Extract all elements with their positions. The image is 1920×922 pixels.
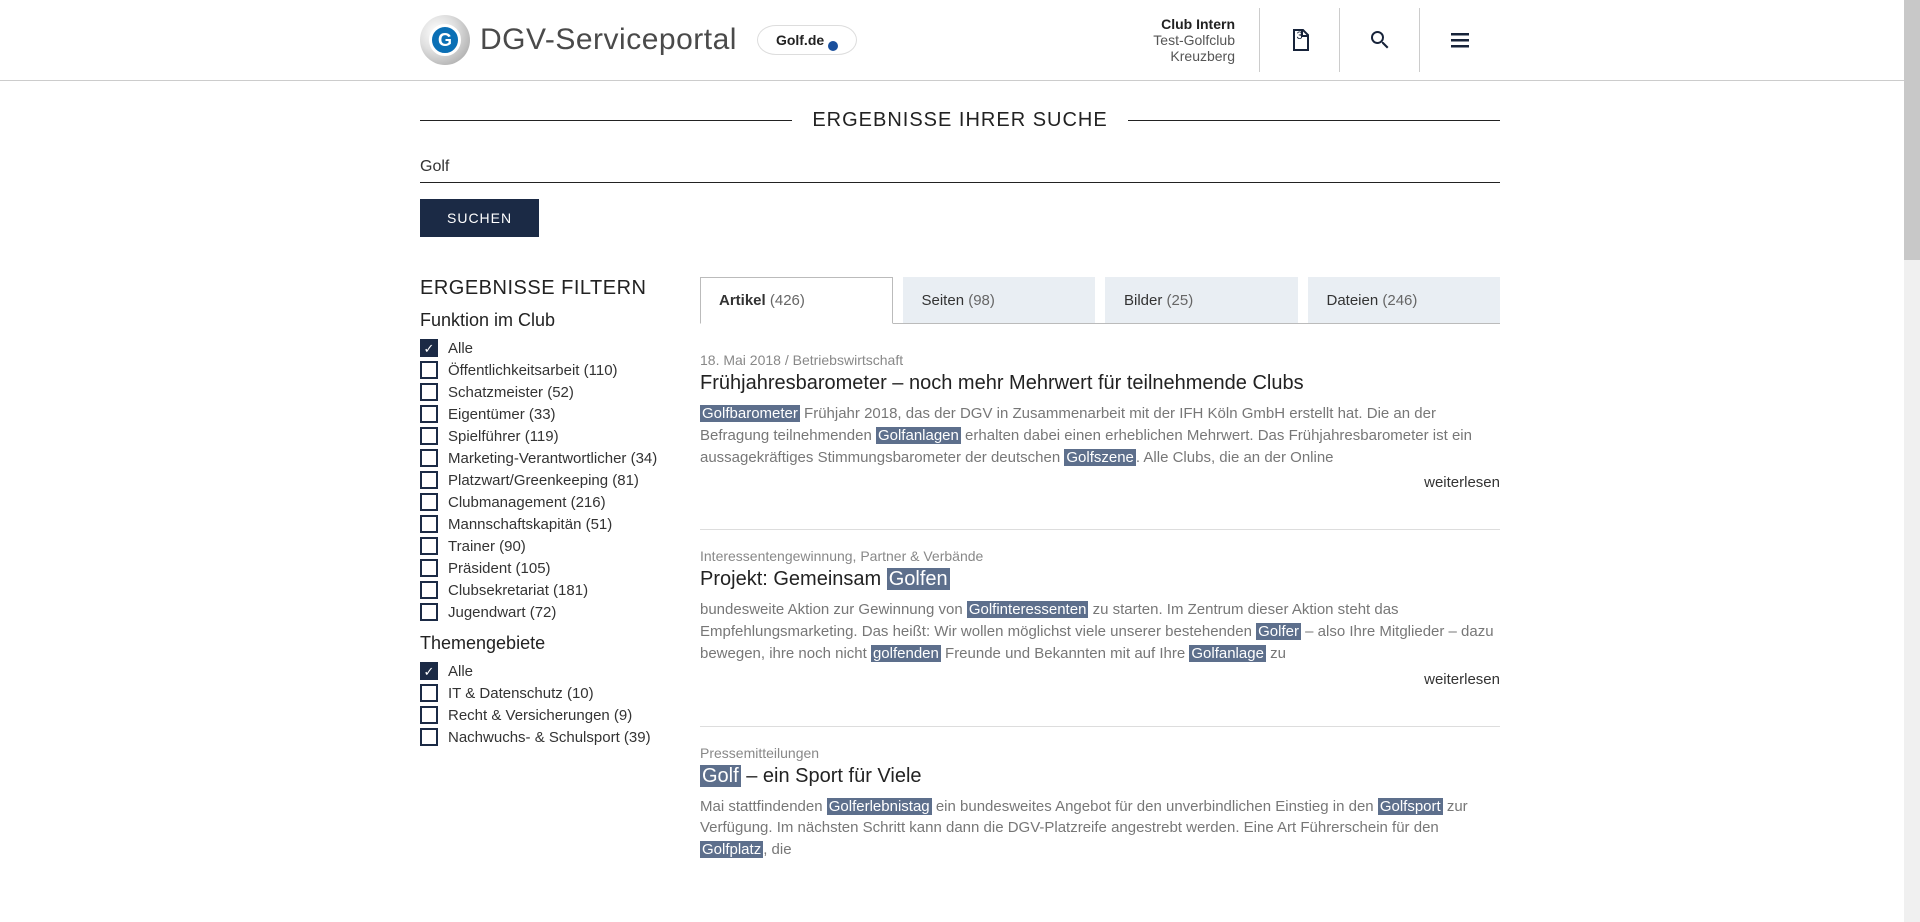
checkbox-icon xyxy=(420,361,438,379)
checkbox-icon xyxy=(420,603,438,621)
filter-heading: ERGEBNISSE FILTERN xyxy=(420,277,660,300)
tab-seiten[interactable]: Seiten (98) xyxy=(903,277,1096,324)
result-excerpt: bundesweite Aktion zur Gewinnung von Gol… xyxy=(700,599,1500,664)
checkbox-icon xyxy=(420,427,438,445)
club-info[interactable]: Club Intern Test-Golfclub Kreuzberg xyxy=(1129,8,1260,72)
filter-label: Trainer (90) xyxy=(448,538,526,555)
result-title[interactable]: Projekt: Gemeinsam Golfen xyxy=(700,568,1500,591)
checkbox-icon xyxy=(420,581,438,599)
filter-label: Schatzmeister (52) xyxy=(448,384,574,401)
result-meta: Interessentengewinnung, Partner & Verbän… xyxy=(700,548,1500,564)
filter-label: Spielführer (119) xyxy=(448,428,559,445)
search-button[interactable] xyxy=(1340,8,1420,72)
tab-artikel[interactable]: Artikel (426) xyxy=(700,277,893,324)
filter-checkbox[interactable]: Spielführer (119) xyxy=(420,425,660,447)
filter-label: Präsident (105) xyxy=(448,560,551,577)
filter-checkbox[interactable]: Trainer (90) xyxy=(420,535,660,557)
checkbox-icon xyxy=(420,493,438,511)
checkbox-icon xyxy=(420,405,438,423)
checkbox-icon xyxy=(420,537,438,555)
checkbox-icon xyxy=(420,559,438,577)
result-meta: 18. Mai 2018 / Betriebswirtschaft xyxy=(700,352,1500,368)
checkbox-icon xyxy=(420,449,438,467)
filter-label: Mannschaftskapitän (51) xyxy=(448,516,612,533)
filter-checkbox[interactable]: IT & Datenschutz (10) xyxy=(420,682,660,704)
checkbox-icon xyxy=(420,728,438,746)
result-meta: Pressemitteilungen xyxy=(700,745,1500,761)
scrollbar-thumb[interactable] xyxy=(1904,0,1920,260)
filter-label: Nachwuchs- & Schulsport (39) xyxy=(448,729,651,746)
search-result: 18. Mai 2018 / Betriebswirtschaft Frühjah… xyxy=(700,352,1500,501)
filter-label: Alle xyxy=(448,340,473,357)
filter-checkbox[interactable]: Alle xyxy=(420,660,660,682)
filter-checkbox[interactable]: Öffentlichkeitsarbeit (110) xyxy=(420,359,660,381)
filter-label: Marketing-Verantwortlicher (34) xyxy=(448,450,657,467)
documents-button[interactable]: 3 xyxy=(1260,8,1340,72)
search-input[interactable] xyxy=(420,152,1500,183)
scrollbar[interactable] xyxy=(1904,0,1920,922)
checkbox-icon xyxy=(420,684,438,702)
logo-block[interactable]: G DGV-Serviceportal xyxy=(420,15,737,65)
filter-checkbox[interactable]: Präsident (105) xyxy=(420,557,660,579)
search-result: Pressemitteilungen Golf – ein Sport für V… xyxy=(700,726,1500,871)
result-excerpt: Mai stattfindenden Golferlebnistag ein b… xyxy=(700,796,1500,861)
filter-label: Jugendwart (72) xyxy=(448,604,556,621)
filter-group-title: Themengebiete xyxy=(420,633,660,654)
filter-checkbox[interactable]: Alle xyxy=(420,337,660,359)
checkbox-icon xyxy=(420,662,438,680)
filter-label: Clubsekretariat (181) xyxy=(448,582,588,599)
search-result: Interessentengewinnung, Partner & Verbän… xyxy=(700,529,1500,697)
filter-checkbox[interactable]: Jugendwart (72) xyxy=(420,601,660,623)
filter-checkbox[interactable]: Eigentümer (33) xyxy=(420,403,660,425)
hamburger-icon xyxy=(1448,28,1472,52)
filter-checkbox[interactable]: Nachwuchs- & Schulsport (39) xyxy=(420,726,660,748)
filter-label: Alle xyxy=(448,663,473,680)
partner-logo[interactable]: Golf.de xyxy=(757,25,857,55)
checkbox-icon xyxy=(420,471,438,489)
page-title-wrap: ERGEBNISSE IHRER SUCHE xyxy=(420,109,1500,132)
tab-bilder[interactable]: Bilder (25) xyxy=(1105,277,1298,324)
read-more-link[interactable]: weiterlesen xyxy=(700,474,1500,491)
filter-checkbox[interactable]: Clubsekretariat (181) xyxy=(420,579,660,601)
app-title: DGV-Serviceportal xyxy=(480,23,737,57)
filter-label: Clubmanagement (216) xyxy=(448,494,606,511)
page-title: ERGEBNISSE IHRER SUCHE xyxy=(792,109,1127,132)
logo-icon: G xyxy=(420,15,470,65)
filter-checkbox[interactable]: Platzwart/Greenkeeping (81) xyxy=(420,469,660,491)
filter-label: Platzwart/Greenkeeping (81) xyxy=(448,472,639,489)
read-more-link[interactable]: weiterlesen xyxy=(700,671,1500,688)
checkbox-icon xyxy=(420,515,438,533)
dot-icon xyxy=(828,41,838,51)
result-title[interactable]: Golf – ein Sport für Viele xyxy=(700,765,1500,788)
menu-button[interactable] xyxy=(1420,8,1500,72)
filter-checkbox[interactable]: Marketing-Verantwortlicher (34) xyxy=(420,447,660,469)
filter-label: IT & Datenschutz (10) xyxy=(448,685,594,702)
checkbox-icon xyxy=(420,706,438,724)
filter-checkbox[interactable]: Recht & Versicherungen (9) xyxy=(420,704,660,726)
filter-checkbox[interactable]: Schatzmeister (52) xyxy=(420,381,660,403)
filter-label: Eigentümer (33) xyxy=(448,406,556,423)
filter-label: Recht & Versicherungen (9) xyxy=(448,707,632,724)
filter-label: Öffentlichkeitsarbeit (110) xyxy=(448,362,618,379)
filter-checkbox[interactable]: Clubmanagement (216) xyxy=(420,491,660,513)
search-icon xyxy=(1368,28,1392,52)
results-main: Artikel (426)Seiten (98)Bilder (25)Datei… xyxy=(700,277,1500,871)
tab-dateien[interactable]: Dateien (246) xyxy=(1308,277,1501,324)
checkbox-icon xyxy=(420,339,438,357)
filter-group-title: Funktion im Club xyxy=(420,310,660,331)
filter-checkbox[interactable]: Mannschaftskapitän (51) xyxy=(420,513,660,535)
result-title[interactable]: Frühjahresbarometer – noch mehr Mehrwert… xyxy=(700,372,1500,395)
search-submit-button[interactable]: SUCHEN xyxy=(420,199,539,237)
results-tabs: Artikel (426)Seiten (98)Bilder (25)Datei… xyxy=(700,277,1500,324)
header: G DGV-Serviceportal Golf.de Club Intern … xyxy=(0,0,1920,81)
result-excerpt: Golfbarometer Frühjahr 2018, das der DGV… xyxy=(700,403,1500,468)
filter-sidebar: ERGEBNISSE FILTERN Funktion im Club Alle Ö… xyxy=(420,277,660,871)
checkbox-icon xyxy=(420,383,438,401)
